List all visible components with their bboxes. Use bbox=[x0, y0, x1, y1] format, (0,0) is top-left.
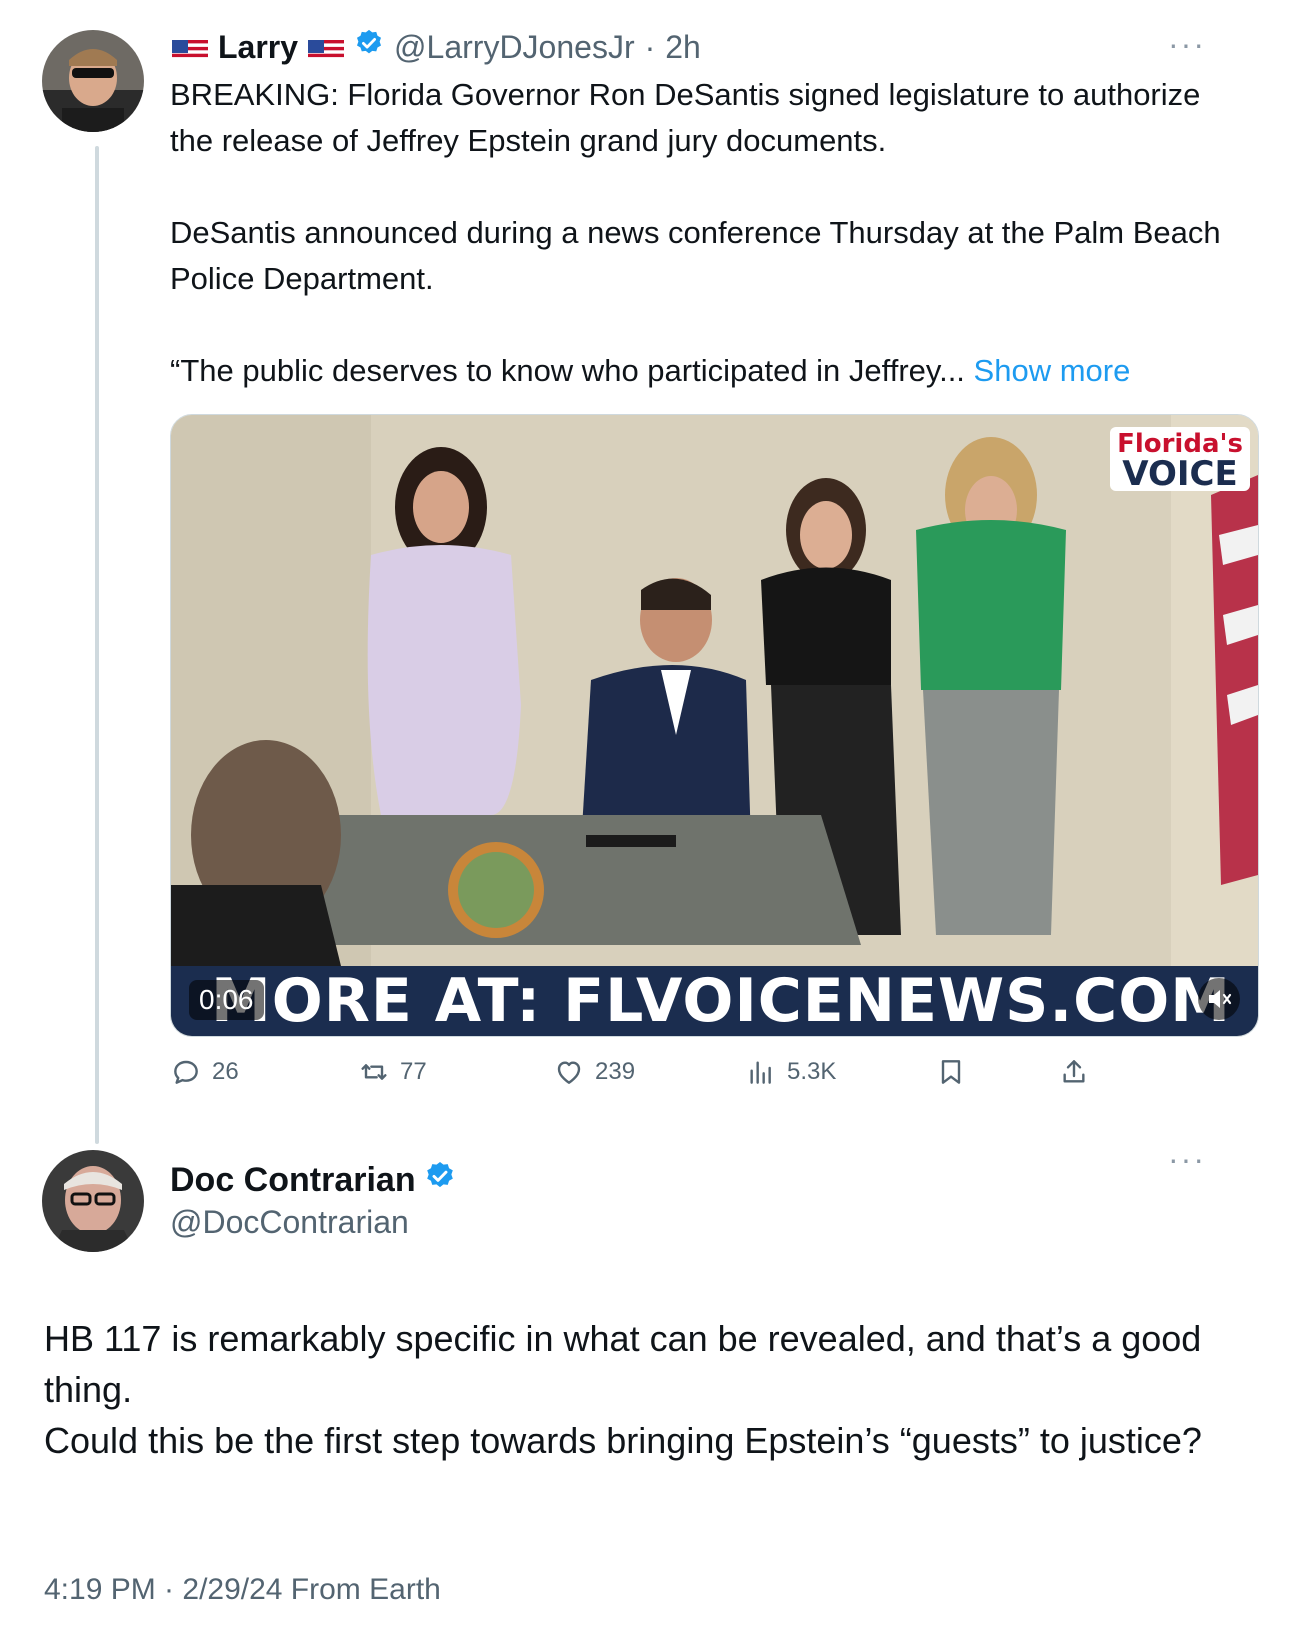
avatar-man-sunglasses-image bbox=[42, 30, 144, 132]
thread-connector-line bbox=[95, 146, 99, 1144]
reply-author-handle[interactable]: @DocContrarian bbox=[170, 1204, 409, 1241]
banner-text: MORE AT: FLVOICENEWS.COM bbox=[211, 966, 1231, 1036]
tweet-paragraph-truncated: “The public deserves to know who partici… bbox=[170, 348, 1250, 394]
reply-paragraph: Could this be the first step towards bri… bbox=[44, 1420, 1202, 1461]
reply-timestamp[interactable]: 4:19 PM · 2/29/24 From Earth bbox=[44, 1573, 441, 1607]
video-duration: 0:06 bbox=[189, 980, 264, 1020]
floridas-voice-logo: Florida's VOICE bbox=[1110, 427, 1250, 491]
tweet-header: Larry @LarryDJonesJr · 2h bbox=[172, 22, 701, 72]
verified-badge-icon bbox=[354, 28, 384, 66]
reply-button[interactable]: 26 bbox=[170, 1052, 239, 1092]
avatar-old-man-glasses-image bbox=[42, 1150, 144, 1252]
share-icon bbox=[1063, 1060, 1085, 1083]
video-banner: MORE AT: FLVOICENEWS.COM bbox=[171, 966, 1258, 1036]
repost-icon bbox=[361, 1064, 387, 1080]
reply-author-avatar[interactable] bbox=[42, 1150, 144, 1252]
share-button[interactable] bbox=[1058, 1052, 1090, 1092]
logo-line-2: VOICE bbox=[1122, 454, 1238, 494]
author-handle[interactable]: @LarryDJonesJr bbox=[394, 29, 635, 66]
mute-icon[interactable] bbox=[1198, 978, 1240, 1020]
bookmark-icon bbox=[941, 1060, 961, 1084]
verified-badge-icon bbox=[424, 1160, 456, 1201]
repost-button[interactable]: 77 bbox=[358, 1052, 427, 1092]
meta-separator: · bbox=[644, 28, 656, 65]
tweet-paragraph: DeSantis announced during a news confere… bbox=[170, 215, 1221, 296]
views-icon bbox=[750, 1061, 771, 1084]
video-frame-image bbox=[171, 415, 1258, 1036]
logo-line-1: Florida's bbox=[1117, 429, 1243, 459]
reply-icon bbox=[174, 1060, 198, 1084]
reply-paragraph: HB 117 is remarkably specific in what ca… bbox=[44, 1318, 1202, 1410]
like-button[interactable]: 239 bbox=[553, 1052, 635, 1092]
like-count: 239 bbox=[595, 1058, 636, 1085]
reply-count: 26 bbox=[212, 1058, 239, 1085]
views-button[interactable]: 5.3K bbox=[745, 1052, 836, 1092]
more-options-icon[interactable]: ··· bbox=[1168, 26, 1206, 63]
show-more-link[interactable]: Show more bbox=[974, 353, 1131, 388]
reply-more-options-icon[interactable]: ··· bbox=[1168, 1141, 1206, 1178]
us-flag-icon bbox=[172, 35, 208, 59]
heart-icon bbox=[557, 1061, 581, 1084]
author-avatar[interactable] bbox=[42, 30, 144, 132]
repost-count: 77 bbox=[400, 1058, 427, 1085]
bookmark-button[interactable] bbox=[935, 1052, 967, 1092]
us-flag-icon bbox=[308, 35, 345, 59]
reply-header: Doc Contrarian bbox=[170, 1160, 456, 1201]
tweet-paragraph: BREAKING: Florida Governor Ron DeSantis … bbox=[170, 77, 1201, 158]
tweet-body: BREAKING: Florida Governor Ron DeSantis … bbox=[170, 72, 1250, 394]
tweet-time[interactable]: 2h bbox=[665, 29, 701, 66]
tweet-paragraph: “The public deserves to know who partici… bbox=[170, 353, 965, 388]
video-player[interactable]: Florida's VOICE MORE AT: FLVOICENEWS.COM… bbox=[170, 414, 1259, 1037]
tweet-actions: 26 77 239 5.3K bbox=[170, 1052, 1150, 1092]
author-name[interactable]: Larry bbox=[218, 29, 298, 66]
reply-body: HB 117 is remarkably specific in what ca… bbox=[44, 1313, 1274, 1466]
reply-author-name[interactable]: Doc Contrarian bbox=[170, 1161, 416, 1200]
views-count: 5.3K bbox=[787, 1058, 837, 1085]
